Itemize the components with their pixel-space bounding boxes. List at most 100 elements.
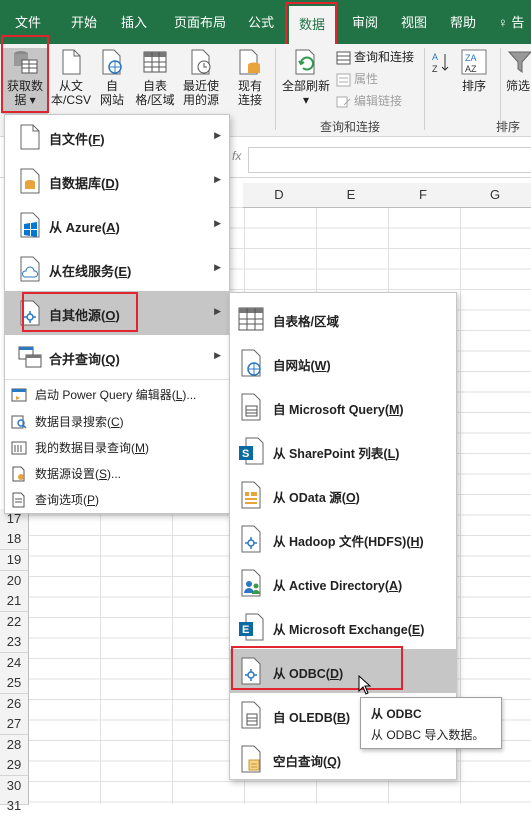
submenu-arrow-icon: ▶ bbox=[214, 174, 221, 184]
edit-links-button[interactable]: 编辑链接 bbox=[336, 92, 402, 110]
formula-input[interactable] bbox=[248, 147, 531, 173]
refresh-all-button[interactable]: 全部刷新 ▾ bbox=[280, 48, 332, 107]
odata-feed-icon bbox=[241, 481, 261, 509]
tooltip-description: 从 ODBC 导入数据。 bbox=[371, 728, 485, 742]
row-header-20[interactable]: 20 bbox=[0, 571, 29, 592]
file-icon bbox=[20, 124, 40, 150]
fx-label: fx bbox=[232, 149, 242, 163]
table-icon bbox=[238, 307, 264, 331]
tab-review[interactable]: 审阅 bbox=[347, 0, 383, 44]
tab-tell-me[interactable]: ♀ 告 bbox=[498, 0, 531, 44]
sort-button[interactable]: ZA AZ 排序 bbox=[456, 48, 492, 93]
row-header-22[interactable]: 22 bbox=[0, 612, 29, 633]
lightbulb-icon: ♀ bbox=[498, 15, 508, 30]
row-header-24[interactable]: 24 bbox=[0, 653, 29, 674]
menu-item-from-file[interactable]: 自文件(F) ▶ bbox=[5, 115, 229, 159]
from-web-button[interactable]: 自 网站 bbox=[94, 48, 130, 107]
query-options-icon bbox=[12, 492, 25, 508]
query-list-icon bbox=[336, 51, 351, 65]
from-text-csv-button[interactable]: 从文 本/CSV bbox=[50, 48, 92, 107]
from-table-range-button[interactable]: 自表 格/区域 bbox=[132, 48, 178, 107]
hadoop-file-icon bbox=[241, 525, 261, 553]
web-page-icon bbox=[102, 49, 122, 75]
active-directory-icon bbox=[241, 569, 261, 597]
tab-view[interactable]: 视图 bbox=[396, 0, 432, 44]
odbc-icon bbox=[241, 657, 261, 685]
submenu-arrow-icon: ▶ bbox=[214, 130, 221, 140]
column-header-e[interactable]: E bbox=[315, 183, 388, 208]
database-table-icon bbox=[14, 51, 38, 74]
submenu-item-from-table[interactable]: 自表格/区域 bbox=[230, 297, 456, 341]
queries-connections-button[interactable]: 查询和连接 bbox=[336, 48, 414, 66]
menu-item-from-other-sources[interactable]: 自其他源(O) ▶ bbox=[5, 291, 229, 335]
svg-text:E: E bbox=[242, 624, 249, 636]
tab-help[interactable]: 帮助 bbox=[445, 0, 481, 44]
row-header-21[interactable]: 21 bbox=[0, 591, 29, 612]
menu-item-data-source-settings[interactable]: 数据源设置(S)... bbox=[5, 462, 229, 487]
svg-text:A: A bbox=[432, 52, 438, 62]
submenu-arrow-icon: ▶ bbox=[214, 306, 221, 316]
clock-file-icon bbox=[191, 49, 211, 75]
row-header-28[interactable]: 28 bbox=[0, 735, 29, 756]
column-header-g[interactable]: G bbox=[459, 183, 531, 208]
get-data-button[interactable]: 获取数 据 ▾ bbox=[2, 48, 48, 114]
group-label-queries: 查询和连接 bbox=[320, 120, 381, 134]
menu-item-query-options[interactable]: 查询选项(P) bbox=[5, 488, 229, 513]
row-header-26[interactable]: 26 bbox=[0, 694, 29, 715]
submenu-item-from-web[interactable]: 自网站(W) bbox=[230, 341, 456, 385]
mouse-pointer-icon bbox=[358, 675, 372, 695]
svg-text:S: S bbox=[242, 448, 249, 460]
database-file-icon bbox=[20, 168, 40, 194]
sort-az-button[interactable]: A Z bbox=[430, 48, 452, 91]
row-header-27[interactable]: 27 bbox=[0, 714, 29, 735]
row-header-30[interactable]: 30 bbox=[0, 776, 29, 797]
row-header-23[interactable]: 23 bbox=[0, 632, 29, 653]
menu-item-from-online-services[interactable]: 从在线服务(E) ▶ bbox=[5, 247, 229, 291]
catalog-search-icon bbox=[11, 415, 27, 429]
tab-file[interactable]: 文件 bbox=[6, 0, 50, 44]
filter-icon bbox=[507, 51, 531, 73]
row-header-18[interactable]: 18 bbox=[0, 529, 29, 550]
tab-home[interactable]: 开始 bbox=[62, 0, 106, 44]
properties-button[interactable]: 属性 bbox=[336, 70, 378, 88]
tab-page-layout[interactable]: 页面布局 bbox=[168, 0, 232, 44]
tab-formulas[interactable]: 公式 bbox=[243, 0, 279, 44]
menu-item-combine-queries[interactable]: 合并查询(Q) ▶ bbox=[5, 335, 229, 380]
submenu-item-from-exchange[interactable]: E 从 Microsoft Exchange(E) bbox=[230, 605, 456, 649]
recent-sources-button[interactable]: 最近使 用的源 bbox=[178, 48, 224, 107]
menu-item-my-catalog-queries[interactable]: 我的数据目录查询(M) bbox=[5, 436, 229, 461]
refresh-icon bbox=[295, 49, 315, 75]
menu-item-data-catalog-search[interactable]: 数据目录搜索(C) bbox=[5, 410, 229, 435]
submenu-item-from-odbc[interactable]: 从 ODBC(D) bbox=[230, 649, 456, 693]
tab-data[interactable]: 数据 bbox=[289, 6, 335, 44]
svg-text:AZ: AZ bbox=[465, 64, 477, 74]
column-header-f[interactable]: F bbox=[387, 183, 460, 208]
azure-windows-icon bbox=[20, 212, 40, 238]
microsoft-query-icon bbox=[241, 393, 261, 421]
submenu-item-from-odata[interactable]: 从 OData 源(O) bbox=[230, 473, 456, 517]
existing-connections-button[interactable]: 现有 连接 bbox=[232, 48, 268, 107]
submenu-item-from-sharepoint[interactable]: S 从 SharePoint 列表(L) bbox=[230, 429, 456, 473]
sharepoint-icon: S bbox=[239, 437, 264, 465]
power-query-editor-icon bbox=[11, 388, 27, 402]
submenu-item-from-microsoft-query[interactable]: 自 Microsoft Query(M) bbox=[230, 385, 456, 429]
exchange-icon: E bbox=[239, 613, 264, 641]
row-header-25[interactable]: 25 bbox=[0, 673, 29, 694]
tab-insert[interactable]: 插入 bbox=[114, 0, 154, 44]
submenu-item-from-hadoop[interactable]: 从 Hadoop 文件(HDFS)(H) bbox=[230, 517, 456, 561]
row-header-29[interactable]: 29 bbox=[0, 755, 29, 776]
oledb-icon bbox=[241, 701, 261, 729]
cloud-file-icon bbox=[20, 256, 40, 282]
ribbon-separator bbox=[424, 48, 425, 130]
catalog-queries-icon bbox=[11, 441, 27, 455]
submenu-item-from-active-directory[interactable]: 从 Active Directory(A) bbox=[230, 561, 456, 605]
filter-button[interactable]: 筛选 bbox=[506, 48, 531, 93]
column-header-d[interactable]: D bbox=[243, 183, 316, 208]
properties-icon bbox=[336, 73, 351, 87]
menu-item-launch-power-query[interactable]: 启动 Power Query 编辑器(L)... bbox=[5, 383, 229, 408]
menu-item-from-database[interactable]: 自数据库(D) ▶ bbox=[5, 159, 229, 203]
menu-item-from-azure[interactable]: 从 Azure(A) ▶ bbox=[5, 203, 229, 247]
row-header-19[interactable]: 19 bbox=[0, 550, 29, 571]
tooltip-title: 从 ODBC bbox=[371, 707, 422, 721]
submenu-arrow-icon: ▶ bbox=[214, 262, 221, 272]
